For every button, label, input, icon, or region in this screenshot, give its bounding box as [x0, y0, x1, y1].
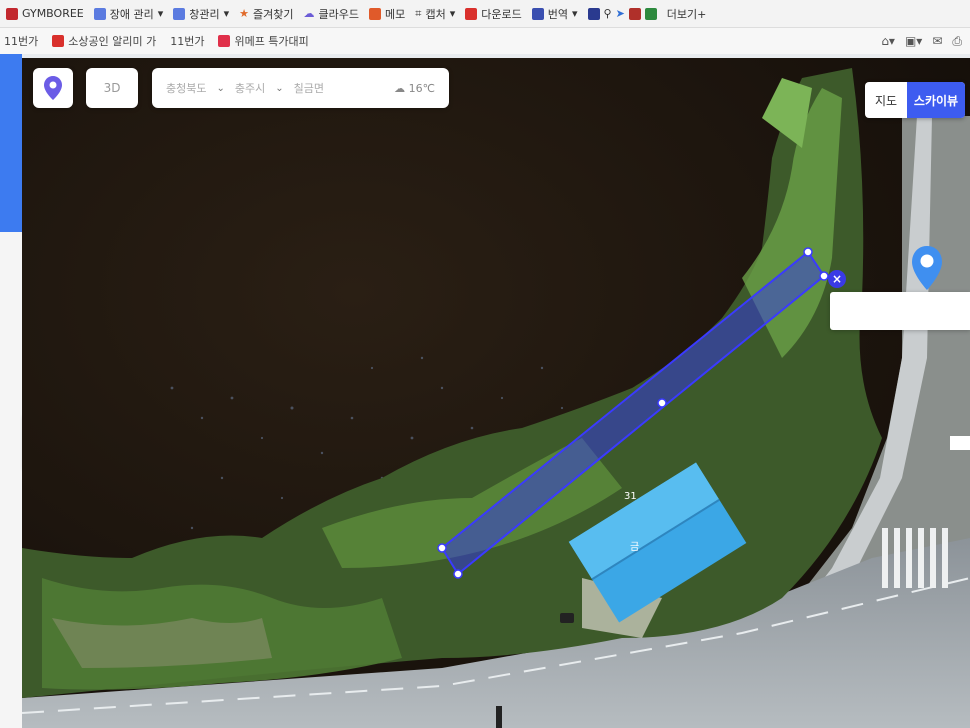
panel-handle[interactable]	[950, 436, 970, 450]
address-city[interactable]: 충주시	[235, 80, 265, 96]
folder-icon	[93, 7, 106, 20]
bookmark-smallbiz[interactable]: 소상공인 알리미 가	[52, 33, 156, 49]
traffic-pole	[496, 706, 502, 728]
memo-icon	[369, 7, 382, 20]
site-icon	[52, 35, 65, 47]
close-icon[interactable]: ×	[828, 270, 846, 288]
car	[560, 613, 574, 623]
site-icon	[218, 35, 231, 47]
bookmark-cloud[interactable]: ☁ 클라우드	[304, 6, 359, 22]
save-icon[interactable]	[587, 7, 600, 20]
bookmark-more[interactable]: 더보기+	[667, 6, 707, 22]
bookmark-download[interactable]: 다운로드	[465, 6, 522, 22]
cloud-icon: ☁	[394, 81, 406, 95]
bookmark-folder-1[interactable]: 장애 관리 ▾	[93, 6, 164, 22]
shield-icon[interactable]	[644, 7, 657, 20]
bookmark-bar-secondary: 11번가 소상공인 알리미 가 11번가 위메프 특가대피 ⌂▾ ▣▾ ✉ ⎙	[0, 28, 970, 54]
crop-icon: ⌗	[415, 6, 422, 20]
map-type-toggle: 지도 스카이뷰	[865, 82, 965, 118]
print-icon[interactable]: ⎙	[952, 34, 962, 49]
rss-icon[interactable]: ▣▾	[905, 34, 922, 48]
bookmark-label: 다운로드	[481, 7, 522, 21]
satellite-imagery	[22, 58, 970, 728]
chevron-down-icon: ▾	[449, 7, 456, 20]
toolbar-icons: ⚲ ➤	[587, 7, 657, 20]
chevron-down-icon: ⌄	[216, 82, 225, 94]
bookmark-gymboree[interactable]: GYMBOREE	[6, 7, 84, 20]
building-number-label: 31	[624, 491, 637, 502]
chevron-down-icon: ▾	[223, 7, 230, 20]
bookmark-label: 더보기+	[666, 7, 707, 21]
bookmark-memo[interactable]: 메모	[369, 6, 405, 22]
bookmark-label: 즐겨찾기	[253, 7, 294, 21]
cloud-icon: ☁	[303, 7, 315, 20]
bookmark-11st-2[interactable]: 11번가	[170, 33, 204, 49]
bookmark-label: 장애 관리	[109, 7, 154, 21]
bookmark-favorites[interactable]: ★ 즐겨찾기	[239, 6, 293, 22]
view-3d-label: 3D	[103, 81, 121, 95]
home-icon[interactable]: ⌂▾	[881, 34, 895, 48]
chevron-down-icon: ▾	[157, 7, 164, 20]
map-type-skyview-button[interactable]: 스카이뷰	[907, 82, 965, 118]
chevron-down-icon: ▾	[571, 7, 578, 20]
bookmark-folder-2[interactable]: 창관리 ▾	[173, 6, 229, 22]
location-pin-icon[interactable]	[910, 245, 944, 291]
bookmark-label: GYMBOREE	[22, 7, 84, 20]
mail-icon[interactable]: ✉	[932, 34, 942, 48]
bookmark-11st[interactable]: 11번가	[4, 33, 38, 49]
search-icon[interactable]: ⚲	[604, 7, 612, 20]
chevron-down-icon: ⌄	[275, 82, 284, 94]
download-icon	[465, 7, 478, 20]
bookmark-translate[interactable]: 번역 ▾	[531, 6, 578, 22]
browser-actions: ⌂▾ ▣▾ ✉ ⎙	[881, 28, 962, 54]
bookmark-label: 메모	[385, 7, 406, 21]
location-pin-icon	[44, 76, 62, 100]
bookmark-label: 11번가	[170, 35, 205, 48]
bookmark-bar: GYMBOREE 장애 관리 ▾ 창관리 ▾ ★ 즐겨찾기 ☁ 클라우드 메모 …	[0, 0, 970, 28]
weather-indicator: ☁ 16℃	[394, 82, 435, 95]
bookmark-capture[interactable]: ⌗ 캡처 ▾	[415, 6, 455, 22]
current-location-button[interactable]	[33, 68, 73, 108]
sand-patch	[52, 618, 272, 668]
bookmark-label: 11번가	[4, 35, 39, 48]
sidebar-header	[0, 54, 22, 232]
bookmark-label: 소상공인 알리미 가	[68, 35, 157, 48]
bookmark-label: 번역	[547, 7, 568, 21]
star-icon: ★	[239, 7, 250, 20]
map-canvas[interactable]	[22, 58, 970, 728]
send-icon[interactable]: ➤	[616, 7, 625, 20]
bookmark-label: 위메프 특가대피	[234, 35, 309, 48]
bookmark-wemakeprice[interactable]: 위메프 특가대피	[218, 33, 309, 49]
map-type-map-button[interactable]: 지도	[865, 82, 907, 118]
address-breadcrumb: 충청북도 ⌄ 충주시 ⌄ 칠금면 ☁ 16℃	[152, 68, 449, 108]
building-name-label: 금	[630, 542, 640, 553]
folder-icon	[173, 7, 186, 20]
edit-icon[interactable]	[628, 7, 641, 20]
address-province[interactable]: 충청북도	[166, 80, 206, 96]
translate-icon	[531, 7, 544, 20]
site-icon	[6, 7, 18, 20]
bookmark-label: 창관리	[189, 7, 220, 21]
view-3d-button[interactable]: 3D	[86, 68, 138, 108]
info-panel[interactable]	[830, 292, 970, 330]
bookmark-label: 클라우드	[318, 7, 360, 21]
bookmark-label: 캡처	[425, 7, 446, 21]
temperature-value: 16℃	[408, 81, 435, 95]
address-district[interactable]: 칠금면	[294, 80, 324, 96]
